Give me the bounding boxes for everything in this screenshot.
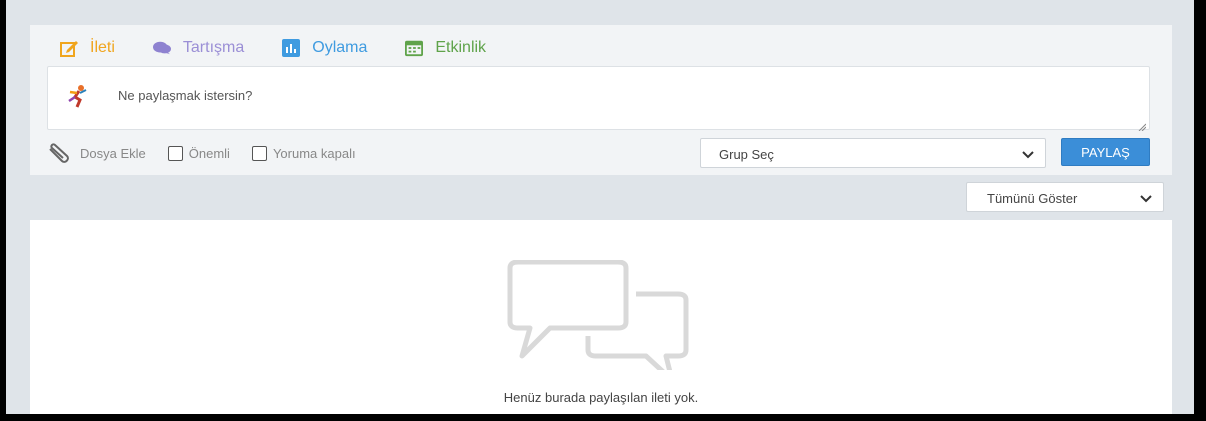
share-button[interactable]: PAYLAŞ [1061, 138, 1150, 166]
checkbox-box[interactable] [167, 145, 183, 161]
chevron-down-icon [1139, 192, 1153, 203]
post-type-tabs: İleti Tartışma Oylama Etkinlik [56, 37, 524, 68]
avatar [66, 84, 88, 108]
calendar-icon [405, 39, 424, 57]
empty-chat-icon [500, 259, 690, 383]
attach-file-button[interactable]: Dosya Ekle [46, 143, 146, 163]
post-composer: İleti Tartışma Oylama Etkinlik Ne paylaş… [30, 25, 1172, 175]
comments-closed-label: Yoruma kapalı [272, 145, 356, 161]
tab-oylama[interactable]: Oylama [282, 37, 367, 63]
empty-feed-message: Henüz burada paylaşılan ileti yok. [503, 390, 699, 405]
paperclip-icon [46, 143, 72, 163]
bar-chart-icon [282, 39, 301, 57]
post-placeholder: Ne paylaşmak istersin? [118, 88, 253, 103]
app-frame: İleti Tartışma Oylama Etkinlik Ne paylaş… [6, 0, 1194, 414]
important-checkbox[interactable]: Önemli [167, 145, 230, 161]
tab-etkinlik[interactable]: Etkinlik [405, 37, 486, 63]
tab-label: Oylama [312, 39, 368, 56]
tab-tartisma[interactable]: Tartışma [152, 37, 245, 63]
attach-file-label: Dosya Ekle [80, 145, 146, 161]
filter-select-value: Tümünü Göster [987, 191, 1078, 206]
group-select[interactable]: Grup Seç [700, 138, 1046, 168]
group-select-value: Grup Seç [719, 147, 774, 162]
filter-select[interactable]: Tümünü Göster [966, 182, 1164, 212]
tab-label: Tartışma [182, 39, 245, 56]
resize-grip-icon[interactable] [1138, 118, 1147, 132]
important-label: Önemli [188, 145, 230, 161]
chat-bubbles-icon [152, 39, 171, 57]
feed-panel: Henüz burada paylaşılan ileti yok. [30, 220, 1172, 414]
tab-label: Etkinlik [435, 39, 487, 56]
post-textarea[interactable]: Ne paylaşmak istersin? [47, 66, 1150, 132]
tab-label: İleti [90, 39, 115, 56]
post-options: Dosya Ekle Önemli Yoruma kapalı [46, 143, 378, 163]
edit-icon [60, 39, 78, 57]
chevron-down-icon [1021, 148, 1035, 159]
tab-ileti[interactable]: İleti [56, 37, 125, 68]
checkbox-box[interactable] [251, 145, 267, 161]
comments-closed-checkbox[interactable]: Yoruma kapalı [251, 145, 356, 161]
